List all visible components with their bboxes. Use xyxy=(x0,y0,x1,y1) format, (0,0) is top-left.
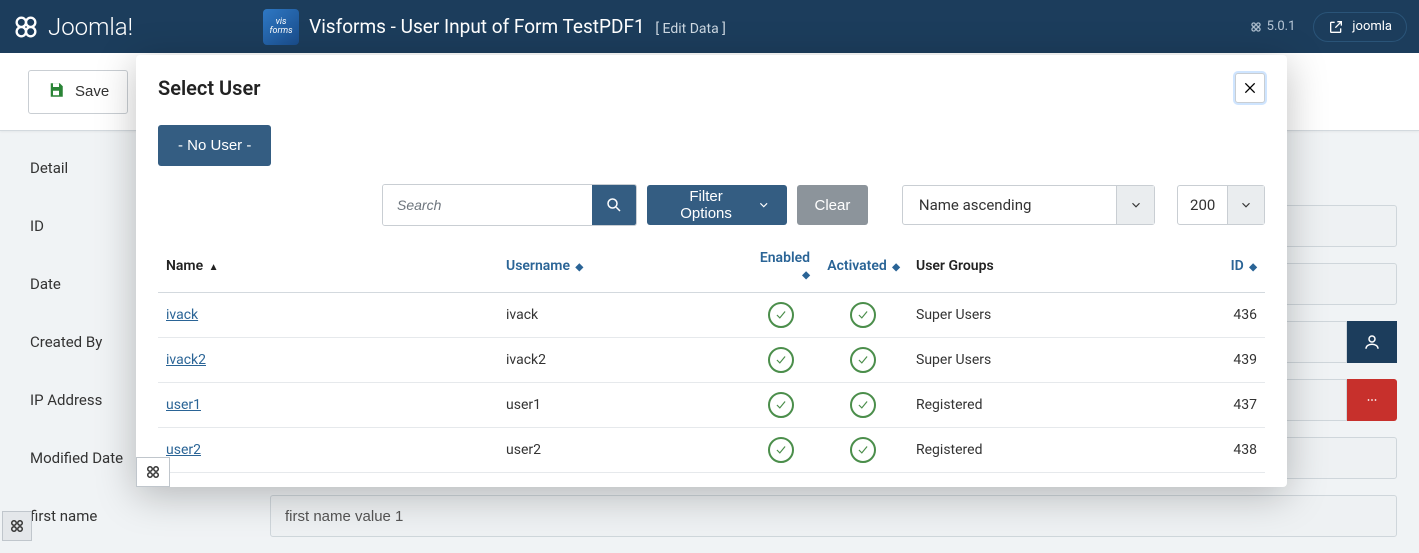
col-header-name[interactable]: Name ▲ xyxy=(158,240,498,293)
modal-close-button[interactable] xyxy=(1235,73,1265,103)
user-id-cell: 439 xyxy=(1205,338,1265,383)
user-activated-cell xyxy=(818,293,908,338)
chevron-down-icon xyxy=(1116,186,1154,224)
check-icon xyxy=(850,437,876,463)
user-name-link[interactable]: user2 xyxy=(166,442,201,458)
close-icon xyxy=(1242,80,1258,96)
sort-icon: ◆ xyxy=(575,262,583,273)
filter-options-button[interactable]: Filter Options xyxy=(647,185,786,225)
sort-icon: ◆ xyxy=(892,262,900,273)
clear-button[interactable]: Clear xyxy=(797,185,869,225)
check-icon xyxy=(850,392,876,418)
table-row: ivack ivack Super Users436 xyxy=(158,293,1265,338)
user-username-cell: ivack xyxy=(498,293,743,338)
modal-footer-joomla-icon[interactable] xyxy=(136,457,170,487)
search-input[interactable] xyxy=(383,185,592,225)
table-row: user1 user1 Registered437 xyxy=(158,383,1265,428)
chevron-down-icon xyxy=(757,198,770,212)
chevron-down-icon xyxy=(1227,186,1264,224)
limit-select[interactable]: 200 xyxy=(1177,185,1265,225)
user-id-cell: 437 xyxy=(1205,383,1265,428)
user-table: Name ▲ Username ◆ Enabled ◆ Activated ◆ … xyxy=(158,240,1265,473)
check-icon xyxy=(850,347,876,373)
check-icon xyxy=(768,392,794,418)
user-groups-cell: Registered xyxy=(908,383,1205,428)
col-header-enabled[interactable]: Enabled ◆ xyxy=(743,240,818,293)
user-activated-cell xyxy=(818,338,908,383)
check-icon xyxy=(850,302,876,328)
user-groups-cell: Registered xyxy=(908,428,1205,473)
sort-icon: ◆ xyxy=(1249,262,1257,273)
modal-title: Select User xyxy=(158,76,260,100)
sort-select[interactable]: Name ascending xyxy=(902,185,1155,225)
col-header-username[interactable]: Username ◆ xyxy=(498,240,743,293)
sort-asc-icon: ▲ xyxy=(209,262,219,273)
user-enabled-cell xyxy=(743,428,818,473)
sort-select-value: Name ascending xyxy=(903,196,1116,214)
filter-bar: Filter Options Clear Name ascending 200 xyxy=(382,184,1265,226)
search-icon xyxy=(605,196,623,214)
col-header-activated[interactable]: Activated ◆ xyxy=(818,240,908,293)
limit-select-value: 200 xyxy=(1178,196,1227,214)
col-header-groups: User Groups xyxy=(908,240,1205,293)
check-icon xyxy=(768,302,794,328)
user-groups-cell: Super Users xyxy=(908,293,1205,338)
search-button[interactable] xyxy=(592,185,636,225)
user-activated-cell xyxy=(818,428,908,473)
user-username-cell: ivack2 xyxy=(498,338,743,383)
user-username-cell: user2 xyxy=(498,428,743,473)
user-id-cell: 438 xyxy=(1205,428,1265,473)
user-enabled-cell xyxy=(743,383,818,428)
select-user-modal: Select User - No User - Filter Options C… xyxy=(136,55,1287,487)
user-enabled-cell xyxy=(743,338,818,383)
no-user-button[interactable]: - No User - xyxy=(158,125,271,166)
check-icon xyxy=(768,437,794,463)
col-header-id[interactable]: ID ◆ xyxy=(1205,240,1265,293)
user-username-cell: user1 xyxy=(498,383,743,428)
user-id-cell: 436 xyxy=(1205,293,1265,338)
table-row: user2 user2 Registered438 xyxy=(158,428,1265,473)
user-enabled-cell xyxy=(743,293,818,338)
sort-icon: ◆ xyxy=(802,270,810,281)
table-row: ivack2 ivack2 Super Users439 xyxy=(158,338,1265,383)
check-icon xyxy=(768,347,794,373)
user-groups-cell: Super Users xyxy=(908,338,1205,383)
user-name-link[interactable]: ivack2 xyxy=(166,352,206,368)
user-name-link[interactable]: ivack xyxy=(166,307,198,323)
user-activated-cell xyxy=(818,383,908,428)
user-name-link[interactable]: user1 xyxy=(166,397,201,413)
filter-options-label: Filter Options xyxy=(663,188,749,222)
